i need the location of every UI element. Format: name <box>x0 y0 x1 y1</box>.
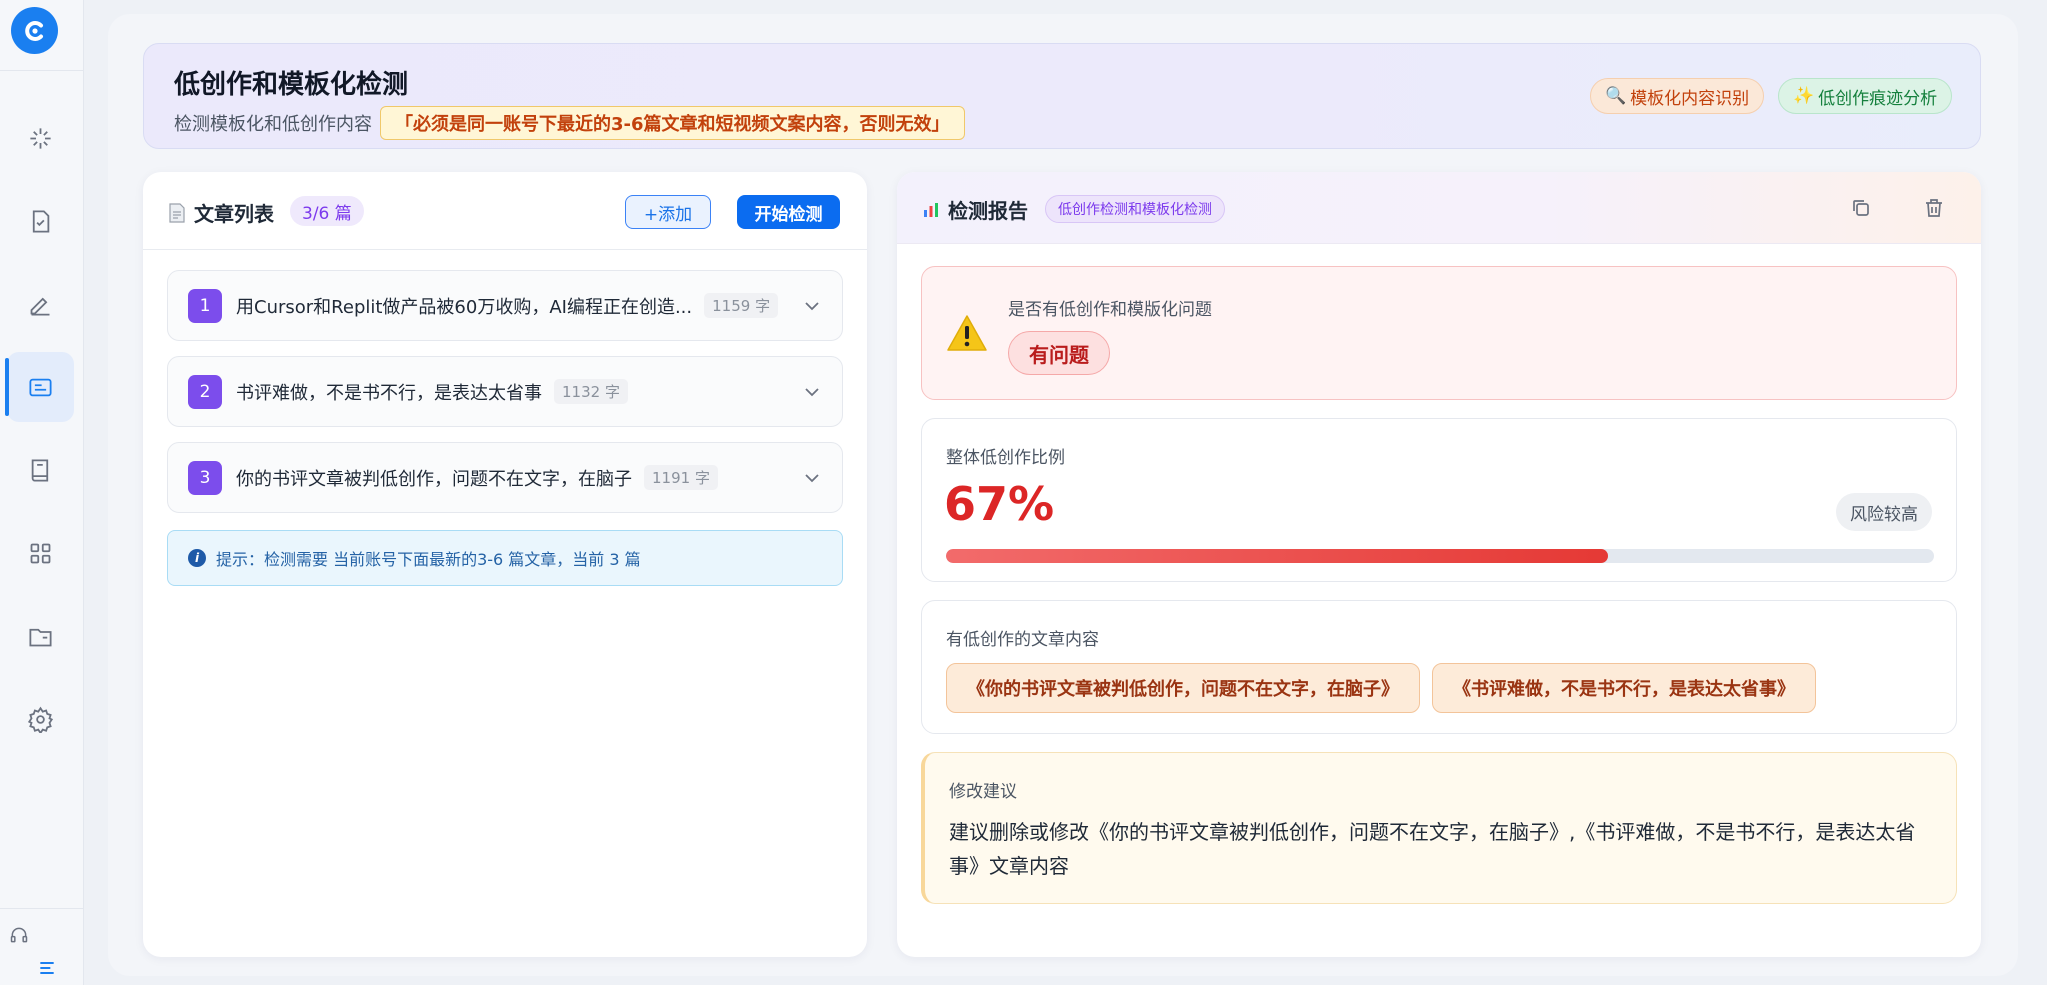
magnifier-icon: 🔍 <box>1605 86 1627 106</box>
article-number: 2 <box>188 374 222 409</box>
chip-label: 低创作痕迹分析 <box>1818 88 1938 109</box>
chevron-down-icon[interactable] <box>802 382 822 402</box>
article-item-1[interactable]: 1 用Cursor和Replit做产品被60万收购，AI编程正在创造... 11… <box>167 270 843 341</box>
nav-pen[interactable] <box>7 269 74 339</box>
sidebar-bottom-divider <box>0 908 84 909</box>
sidebar-divider <box>0 70 84 71</box>
article-list-title-text: 文章列表 <box>194 202 274 226</box>
report-header: 检测报告 低创作检测和模板化检测 <box>897 172 1981 244</box>
report-title-text: 检测报告 <box>948 199 1028 223</box>
ratio-progress-track <box>946 549 1934 563</box>
problem-card: 是否有低创作和模版化问题 有问题 <box>921 266 1957 400</box>
start-detection-button[interactable]: 开始检测 <box>737 195 840 229</box>
article-list-title: 文章列表 <box>168 198 274 227</box>
low-creation-analysis-chip[interactable]: ✨ 低创作痕迹分析 <box>1778 78 1953 114</box>
gear-icon <box>27 706 54 733</box>
article-number: 1 <box>188 288 222 323</box>
nav-grid[interactable] <box>7 518 74 588</box>
article-number: 3 <box>188 460 222 495</box>
report-title: 检测报告 <box>922 195 1028 224</box>
advice-card: 修改建议 建议删除或修改《你的书评文章被判低创作，问题不在文字，在脑子》,《书评… <box>921 752 1957 904</box>
nav-document-check[interactable] <box>7 186 74 256</box>
article-tag: 《你的书评文章被判低创作，问题不在文字，在脑子》 <box>946 663 1420 713</box>
add-article-button[interactable]: +添加 <box>625 195 711 229</box>
ratio-value: 67% <box>944 477 1055 531</box>
grid-icon <box>30 543 51 563</box>
app-logo-icon[interactable] <box>11 7 58 54</box>
info-icon: i <box>188 549 206 567</box>
risk-badge: 风险较高 <box>1836 493 1932 531</box>
pen-icon <box>30 297 50 316</box>
article-title: 你的书评文章被判低创作，问题不在文字，在脑子 <box>236 468 632 490</box>
ratio-label: 整体低创作比例 <box>946 448 1065 468</box>
menu-icon[interactable] <box>37 958 57 978</box>
advice-label: 修改建议 <box>949 782 1017 802</box>
document-check-icon <box>32 209 50 233</box>
article-word-count: 1159 字 <box>704 293 779 318</box>
chevron-down-icon[interactable] <box>802 468 822 488</box>
chip-label: 模板化内容识别 <box>1630 88 1750 109</box>
ratio-progress-fill <box>946 549 1608 563</box>
ratio-card: 整体低创作比例 67% 风险较高 <box>921 418 1957 582</box>
nav-settings[interactable] <box>7 684 74 754</box>
problem-label: 是否有低创作和模版化问题 <box>1008 300 1212 320</box>
requirement-warning: 「必须是同一账号下最近的3-6篇文章和短视频文案内容，否则无效」 <box>380 106 965 140</box>
article-word-count: 1191 字 <box>644 465 718 490</box>
advice-text: 建议删除或修改《你的书评文章被判低创作，问题不在文字，在脑子》,《书评难做，不是… <box>949 820 1916 878</box>
page-banner: 低创作和模板化检测 检测模板化和低创作内容 「必须是同一账号下最近的3-6篇文章… <box>143 43 1981 149</box>
nav-sparkle[interactable] <box>7 103 74 173</box>
card-icon <box>29 378 52 396</box>
folder-icon <box>29 628 52 646</box>
article-word-count: 1132 字 <box>554 379 628 404</box>
article-count-badge: 3/6 篇 <box>290 196 364 226</box>
articles-card-label: 有低创作的文章内容 <box>946 630 1099 650</box>
template-recognition-chip[interactable]: 🔍 模板化内容识别 <box>1590 78 1765 114</box>
hint-text: 提示：检测需要 当前账号下面最新的3-6 篇文章，当前 3 篇 <box>216 550 641 569</box>
sparkle-icon <box>30 127 51 149</box>
bar-chart-icon <box>924 202 938 217</box>
hint-box: i 提示：检测需要 当前账号下面最新的3-6 篇文章，当前 3 篇 <box>167 530 843 586</box>
page-subtitle: 检测模板化和低创作内容 「必须是同一账号下最近的3-6篇文章和短视频文案内容，否… <box>174 106 965 140</box>
book-icon <box>31 458 49 482</box>
page-title: 低创作和模板化检测 <box>174 70 409 100</box>
document-icon <box>169 202 185 223</box>
nav-detection-active[interactable] <box>5 352 74 422</box>
report-type-badge: 低创作检测和模板化检测 <box>1045 195 1225 223</box>
low-creation-articles-card: 有低创作的文章内容 《你的书评文章被判低创作，问题不在文字，在脑子》 《书评难做… <box>921 600 1957 734</box>
headset-icon[interactable] <box>9 925 29 945</box>
trash-icon[interactable] <box>1922 196 1946 220</box>
article-tag-list: 《你的书评文章被判低创作，问题不在文字，在脑子》 《书评难做，不是书不行，是表达… <box>946 663 1816 713</box>
article-item-2[interactable]: 2 书评难做，不是书不行，是表达太省事 1132 字 <box>167 356 843 427</box>
article-title: 用Cursor和Replit做产品被60万收购，AI编程正在创造... <box>236 296 693 318</box>
sparkle-icon: ✨ <box>1793 86 1815 106</box>
warning-icon <box>947 315 987 351</box>
subtitle-text: 检测模板化和低创作内容 <box>174 114 372 135</box>
copy-icon[interactable] <box>1849 196 1873 220</box>
article-list-header: 文章列表 3/6 篇 +添加 开始检测 <box>143 172 867 250</box>
article-list-panel: 文章列表 3/6 篇 +添加 开始检测 1 用Cursor和Replit做产品被… <box>143 172 867 957</box>
chevron-down-icon[interactable] <box>802 296 822 316</box>
article-title: 书评难做，不是书不行，是表达太省事 <box>236 382 542 404</box>
report-panel: 检测报告 低创作检测和模板化检测 是否有低创作和模版化问题 有问题 整体低创作比… <box>897 172 1981 957</box>
nav-folder[interactable] <box>7 601 74 671</box>
problem-status-badge: 有问题 <box>1008 331 1110 375</box>
sidebar <box>0 0 84 985</box>
nav-book[interactable] <box>7 435 74 505</box>
article-tag: 《书评难做，不是书不行，是表达太省事》 <box>1432 663 1816 713</box>
article-item-3[interactable]: 3 你的书评文章被判低创作，问题不在文字，在脑子 1191 字 <box>167 442 843 513</box>
